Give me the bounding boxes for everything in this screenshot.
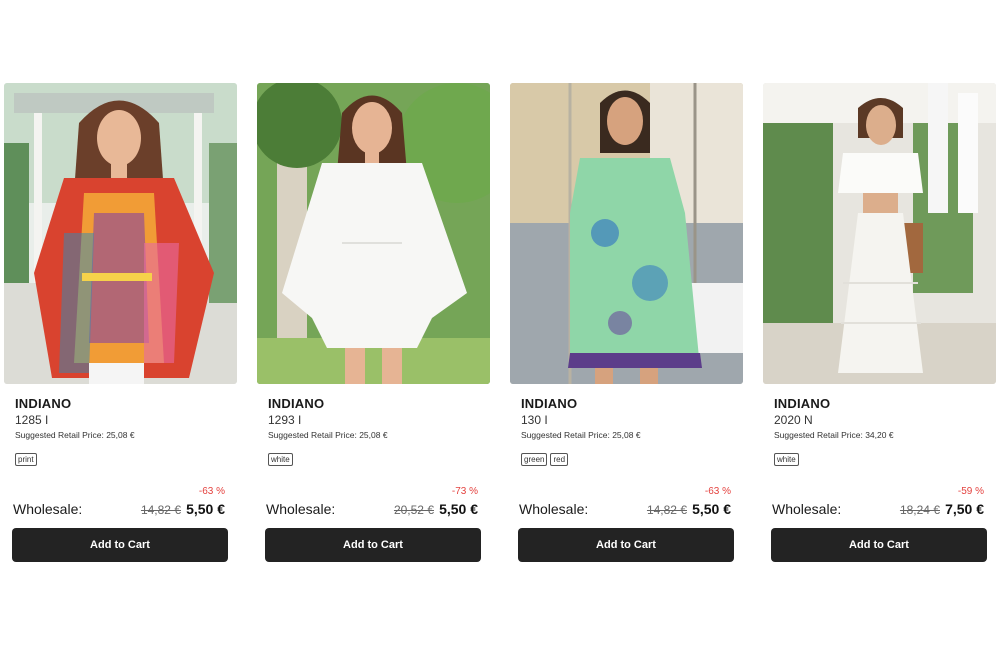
- add-to-cart-button[interactable]: Add to Cart: [518, 528, 734, 562]
- product-photo-green-print-dress[interactable]: [510, 83, 743, 384]
- wholesale-label: Wholesale:: [13, 501, 83, 517]
- add-to-cart-button[interactable]: Add to Cart: [771, 528, 987, 562]
- tag-green[interactable]: green: [521, 453, 548, 466]
- tag-print[interactable]: print: [15, 453, 37, 466]
- old-price: 14,82 €: [140, 503, 181, 517]
- add-to-cart-button[interactable]: Add to Cart: [12, 528, 228, 562]
- product-photo-patterned-kaftan[interactable]: [4, 83, 237, 384]
- product-photo-white-top-skirt-set[interactable]: [763, 83, 996, 384]
- wholesale-label: Wholesale:: [772, 501, 842, 517]
- new-price: 7,50 €: [945, 501, 984, 517]
- discount-badge: -73 %: [451, 486, 478, 497]
- product-code: 1293 I: [268, 413, 302, 427]
- wholesale-label: Wholesale:: [519, 501, 589, 517]
- product-brand: INDIANO: [521, 396, 578, 411]
- tag-list: print: [15, 453, 37, 466]
- tag-list: white: [268, 453, 293, 466]
- product-card: INDIANO 1293 I Suggested Retail Price: 2…: [257, 83, 490, 562]
- suggested-retail-price: Suggested Retail Price: 25,08 €: [268, 430, 388, 440]
- wholesale-label: Wholesale:: [266, 501, 336, 517]
- tag-list: green red: [521, 453, 569, 466]
- old-price: 14,82 €: [646, 503, 687, 517]
- product-card: INDIANO 130 I Suggested Retail Price: 25…: [510, 83, 743, 562]
- tag-white[interactable]: white: [268, 453, 293, 466]
- discount-badge: -63 %: [704, 486, 731, 497]
- product-code: 2020 N: [774, 413, 813, 427]
- product-photo-white-tunic[interactable]: [257, 83, 490, 384]
- discount-badge: -59 %: [957, 486, 984, 497]
- product-card: INDIANO 2020 N Suggested Retail Price: 3…: [763, 83, 996, 562]
- discount-badge: -63 %: [198, 486, 225, 497]
- product-brand: INDIANO: [15, 396, 72, 411]
- new-price: 5,50 €: [692, 501, 731, 517]
- product-code: 130 I: [521, 413, 548, 427]
- tag-list: white: [774, 453, 799, 466]
- old-price: 20,52 €: [393, 503, 434, 517]
- suggested-retail-price: Suggested Retail Price: 34,20 €: [774, 430, 894, 440]
- new-price: 5,50 €: [439, 501, 478, 517]
- product-code: 1285 I: [15, 413, 49, 427]
- suggested-retail-price: Suggested Retail Price: 25,08 €: [521, 430, 641, 440]
- old-price: 18,24 €: [899, 503, 940, 517]
- tag-white[interactable]: white: [774, 453, 799, 466]
- add-to-cart-button[interactable]: Add to Cart: [265, 528, 481, 562]
- new-price: 5,50 €: [186, 501, 225, 517]
- product-brand: INDIANO: [268, 396, 325, 411]
- product-brand: INDIANO: [774, 396, 831, 411]
- tag-red[interactable]: red: [550, 453, 569, 466]
- product-card: INDIANO 1285 I Suggested Retail Price: 2…: [4, 83, 237, 562]
- suggested-retail-price: Suggested Retail Price: 25,08 €: [15, 430, 135, 440]
